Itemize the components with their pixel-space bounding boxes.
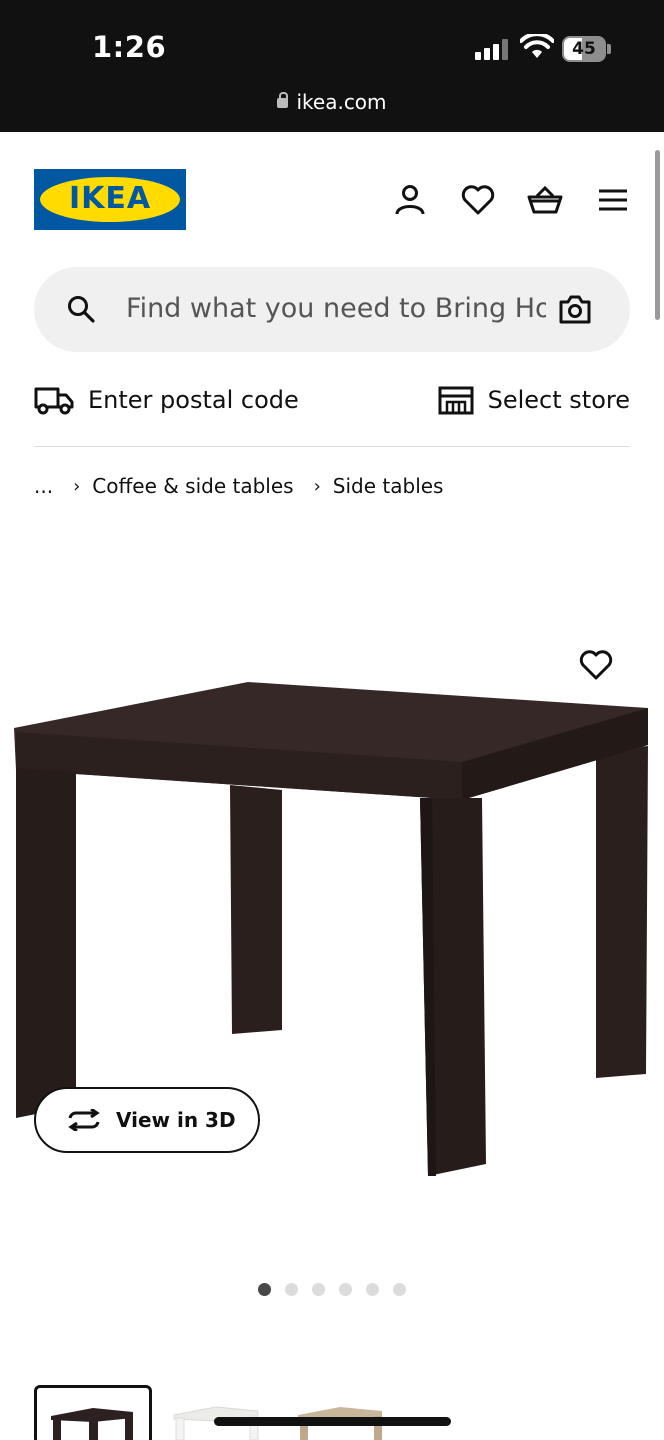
thumbnail-white[interactable] — [166, 1385, 284, 1440]
search-bar[interactable]: Find what you need to Bring Hor — [34, 267, 630, 352]
rotate-3d-icon — [68, 1109, 100, 1131]
breadcrumb-ellipsis[interactable]: ... — [34, 474, 53, 498]
chevron-right-icon: › — [313, 475, 321, 497]
view-in-3d-button[interactable]: View in 3D — [34, 1087, 260, 1153]
account-icon[interactable] — [392, 182, 428, 218]
cart-icon[interactable] — [527, 182, 563, 218]
thumbnail-oak[interactable] — [290, 1385, 408, 1440]
breadcrumb-item-coffee-side-tables[interactable]: Coffee & side tables — [92, 474, 293, 498]
pagination-dot[interactable] — [312, 1283, 325, 1296]
pagination-dot[interactable] — [258, 1283, 271, 1296]
battery-icon: 45 — [562, 36, 606, 62]
cellular-signal-icon — [475, 38, 511, 60]
breadcrumb-item-side-tables[interactable]: Side tables — [333, 474, 444, 498]
logo-text: IKEA — [68, 181, 152, 216]
postal-code-label: Enter postal code — [88, 386, 299, 414]
chevron-right-icon: › — [73, 475, 81, 497]
home-indicator — [214, 1417, 451, 1426]
image-pagination — [258, 1283, 420, 1296]
save-favorite-icon[interactable] — [578, 648, 614, 682]
menu-icon[interactable] — [595, 182, 631, 218]
truck-icon — [34, 387, 74, 415]
view-in-3d-label: View in 3D — [116, 1108, 236, 1132]
pagination-dot[interactable] — [285, 1283, 298, 1296]
ikea-logo[interactable]: IKEA ® — [34, 169, 186, 230]
select-store-button[interactable]: Select store — [438, 380, 630, 420]
scrollbar[interactable] — [655, 150, 660, 320]
divider — [34, 446, 630, 447]
search-icon[interactable] — [66, 294, 96, 324]
pagination-dot[interactable] — [393, 1283, 406, 1296]
lock-icon — [277, 92, 289, 108]
pagination-dot[interactable] — [339, 1283, 352, 1296]
select-store-label: Select store — [487, 386, 630, 414]
camera-search-icon[interactable] — [558, 293, 592, 325]
postal-code-button[interactable]: Enter postal code — [34, 380, 299, 420]
clock: 1:26 — [92, 30, 167, 64]
thumbnail-black-brown[interactable] — [34, 1385, 152, 1440]
pagination-dot[interactable] — [366, 1283, 379, 1296]
status-bar: 1:26 45 ikea.com — [0, 0, 664, 132]
breadcrumb: ... › Coffee & side tables › Side tables — [34, 474, 443, 498]
search-input[interactable]: Find what you need to Bring Hor — [126, 293, 546, 324]
store-icon — [438, 386, 474, 415]
url-text: ikea.com — [296, 90, 387, 114]
address-bar[interactable]: ikea.com — [0, 90, 664, 114]
wifi-icon — [520, 34, 554, 58]
battery-level: 45 — [572, 39, 596, 59]
heart-icon[interactable] — [460, 182, 496, 218]
